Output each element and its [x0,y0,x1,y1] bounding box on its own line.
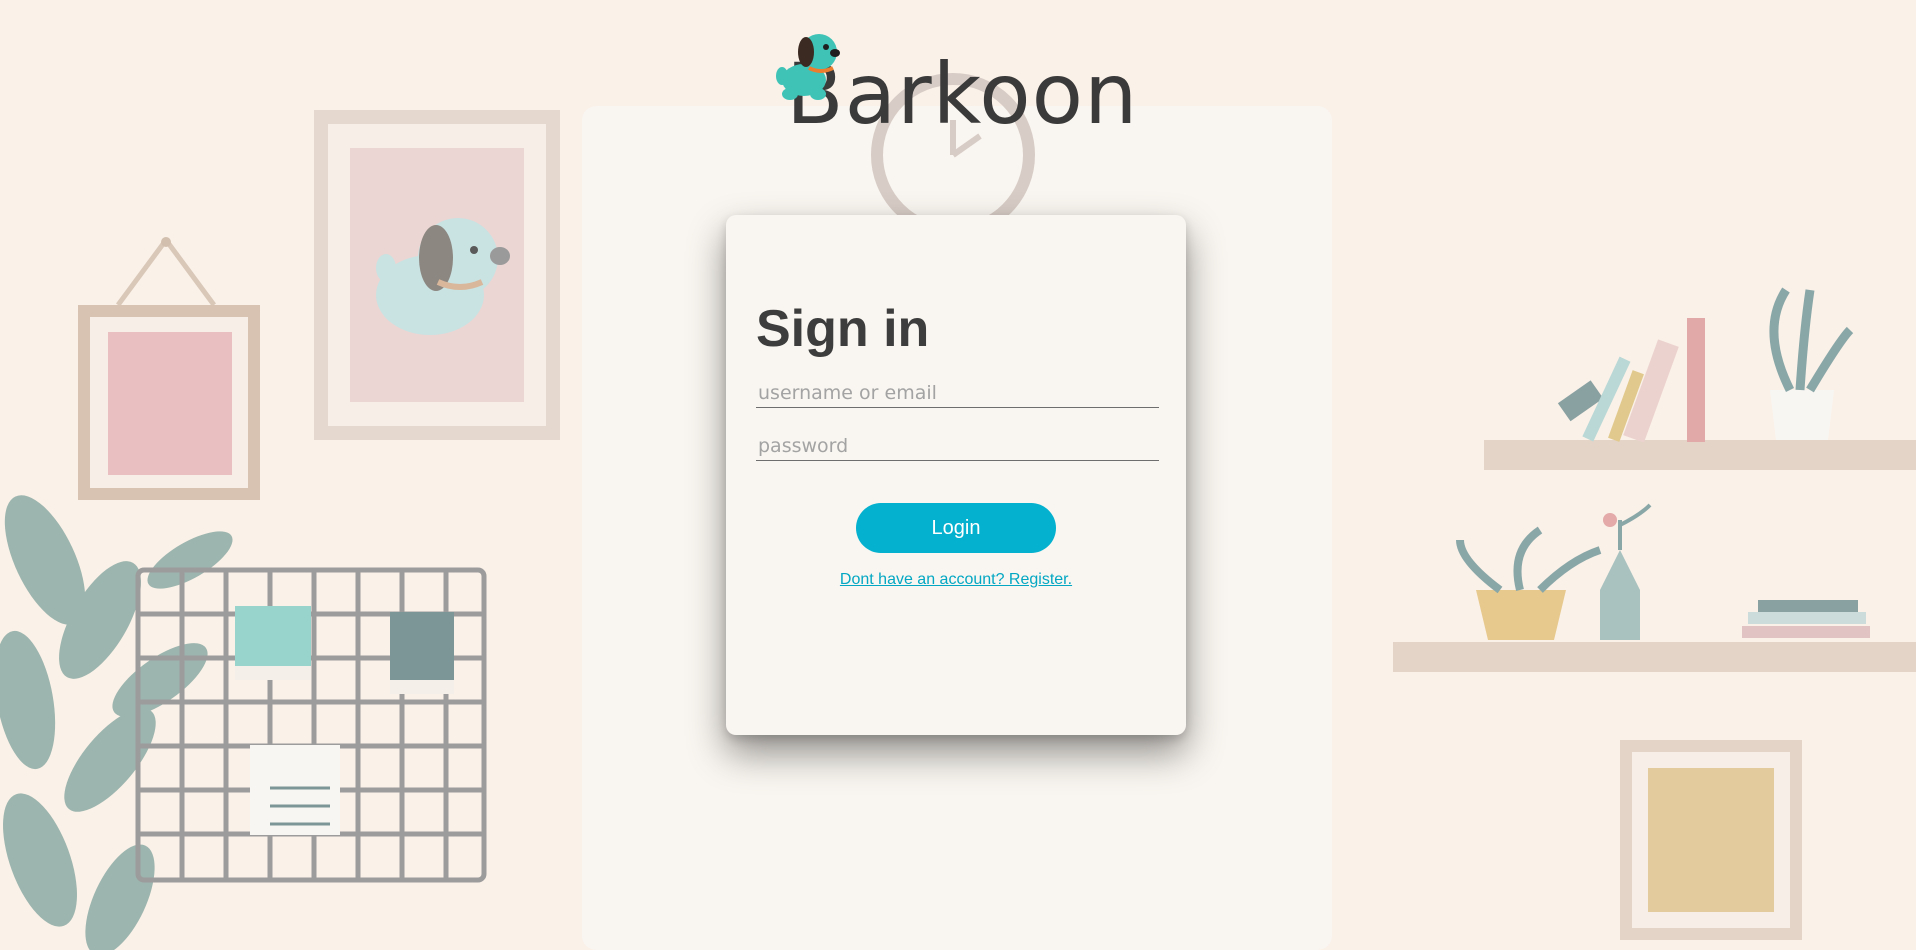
register-link[interactable]: Dont have an account? Register. [726,571,1186,589]
framed-puppy-illustration [314,110,560,440]
framed-art-illustration [1620,740,1802,940]
signin-title: Sign in [756,300,930,358]
password-input[interactable] [756,431,1159,461]
puppy-icon [776,34,840,100]
shelves-illustration [1393,287,1916,672]
username-input[interactable] [756,378,1159,408]
login-button[interactable]: Login [856,503,1056,553]
signin-card: Sign in Login Dont have an account? Regi… [726,215,1186,735]
hanging-frame-illustration [78,237,260,500]
